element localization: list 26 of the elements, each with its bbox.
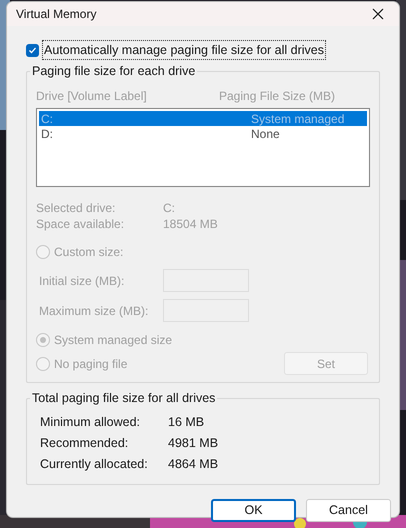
checkbox-label: Automatically manage paging file size for all drives <box>42 40 326 60</box>
total-value: 4864 MB <box>168 456 218 474</box>
close-icon <box>372 8 384 20</box>
info-value: C: <box>163 200 175 217</box>
column-header: Paging File Size (MB) <box>219 88 336 105</box>
cancel-button[interactable]: Cancel <box>306 499 391 522</box>
field-label: Initial size (MB): <box>39 272 126 290</box>
radio-label: System managed size <box>54 332 172 349</box>
total-value: 4981 MB <box>168 435 218 452</box>
info-label: Space available: <box>36 216 126 233</box>
total-label: Minimum allowed: <box>40 414 142 432</box>
radio-label: No paging file <box>54 356 128 372</box>
checkbox[interactable] <box>26 44 39 56</box>
group-title: Paging file size for each drive <box>30 63 198 79</box>
group-title: Total paging file size for all drives <box>30 390 218 406</box>
field-label: Maximum size (MB): <box>39 302 150 320</box>
info-value: 18504 MB <box>163 216 218 233</box>
info-label: Selected drive: <box>36 200 116 217</box>
radio-label: Custom size: <box>54 244 124 261</box>
check-icon <box>28 46 37 54</box>
ok-button[interactable]: OK <box>211 499 296 522</box>
total-label: Recommended: <box>40 435 130 452</box>
total-value: 16 MB <box>168 414 204 432</box>
total-label: Currently allocated: <box>40 456 149 474</box>
window-title: Virtual Memory <box>16 6 96 23</box>
column-header: Drive [Volume Label] <box>36 88 148 105</box>
